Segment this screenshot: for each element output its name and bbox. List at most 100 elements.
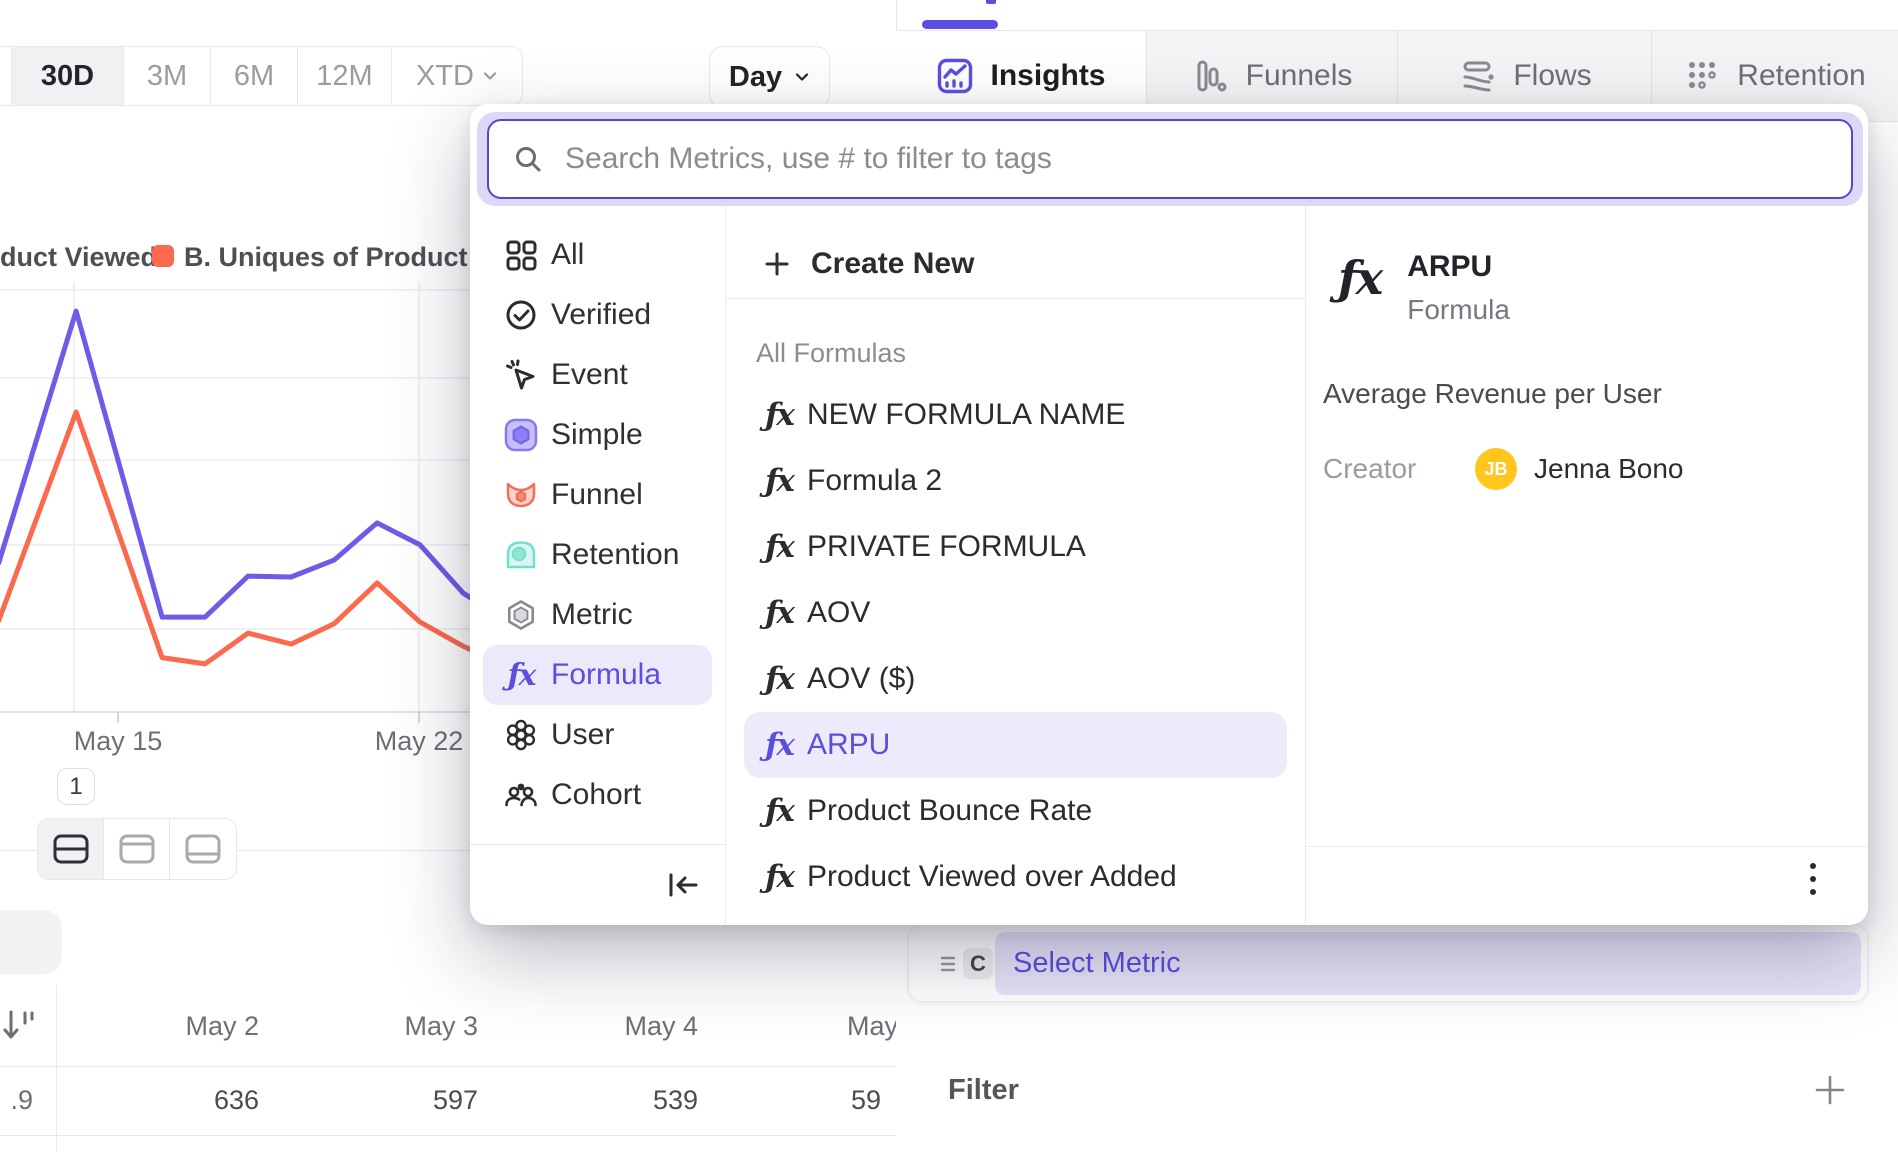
sidebar-item-funnel[interactable]: Funnel	[470, 465, 725, 525]
accent-underline-bar	[922, 20, 998, 29]
formula-name: Product Viewed over Added	[807, 860, 1177, 894]
x-tick-label-may15: May 15	[74, 726, 163, 757]
sidebar-item-cohort[interactable]: Cohort	[470, 765, 725, 825]
search-input[interactable]	[565, 142, 1827, 176]
formula-list-item-selected[interactable]: ƒxARPU	[744, 712, 1287, 778]
creator-avatar: JB	[1475, 448, 1517, 490]
legend-series-a-label[interactable]: duct Viewed	[0, 242, 157, 273]
tab-insights-label: Insights	[990, 59, 1105, 93]
sidebar-item-label: Formula	[551, 658, 661, 692]
formula-name: Formula 2	[807, 464, 942, 498]
fx-icon: ƒx	[763, 727, 795, 763]
select-metric-field[interactable]: Select Metric	[995, 932, 1861, 995]
sidebar-item-label: Simple	[551, 418, 643, 452]
formula-name: Product Bounce Rate	[807, 794, 1092, 828]
pagination-page-button[interactable]: 1	[57, 768, 95, 805]
sidebar-item-verified[interactable]: Verified	[470, 285, 725, 345]
table-header-may2[interactable]: May 2	[185, 1008, 259, 1044]
table-header-may5-cropped[interactable]: May	[847, 1008, 898, 1044]
collapse-panel-icon[interactable]	[665, 869, 701, 901]
sidebar-item-label: User	[551, 718, 614, 752]
granularity-button[interactable]: Day	[709, 46, 830, 108]
sidebar-item-label: Metric	[551, 598, 633, 632]
sidebar-item-user[interactable]: User	[470, 705, 725, 765]
formula-name: AOV ($)	[807, 662, 915, 696]
formula-list: ƒxNEW FORMULA NAME ƒxFormula 2 ƒxPRIVATE…	[726, 373, 1305, 910]
formula-list-item[interactable]: ƒx Product Bounce Rate	[726, 778, 1305, 844]
range-button-cropped[interactable]	[0, 47, 12, 105]
metric-picker-dropdown: All Verified Event Simple Funnel	[470, 104, 1868, 925]
formula-list-item[interactable]: ƒx Formula 2	[726, 448, 1305, 514]
fx-icon: ƒx	[763, 595, 795, 631]
sidebar-item-label: Event	[551, 358, 628, 392]
create-new-label: Create New	[811, 247, 974, 281]
insights-chart-icon	[936, 57, 974, 95]
category-sidebar: All Verified Event Simple Funnel	[470, 206, 726, 925]
fx-icon: ƒx	[763, 463, 795, 499]
chevron-down-icon	[794, 69, 810, 85]
table-header-may4[interactable]: May 4	[624, 1008, 698, 1044]
formula-name: AOV	[807, 596, 870, 630]
tab-flows-label: Flows	[1513, 59, 1591, 93]
range-button-12m[interactable]: 12M	[298, 47, 392, 105]
layout-split-view-button[interactable]	[38, 819, 104, 879]
chart-series-lines	[0, 311, 472, 664]
fx-icon-large: ƒx	[1338, 250, 1381, 326]
date-range-group: 30D 3M 6M 12M XTD	[0, 46, 523, 106]
layout-toggle-group	[37, 818, 237, 880]
tab-funnels-label: Funnels	[1246, 59, 1353, 93]
detail-description: Average Revenue per User	[1323, 378, 1868, 410]
fx-icon: ƒx	[763, 529, 795, 565]
formula-name: PRIVATE FORMULA	[807, 530, 1086, 564]
range-button-xtd[interactable]: XTD	[392, 47, 522, 105]
formula-list-panel: Create New All Formulas ƒxNEW FORMULA NA…	[726, 206, 1306, 925]
more-options-kebab-icon[interactable]	[1798, 859, 1828, 899]
range-xtd-label: XTD	[416, 60, 474, 93]
sidebar-item-metric[interactable]: Metric	[470, 585, 725, 645]
drag-handle-icon[interactable]	[939, 954, 959, 974]
sidebar-item-all[interactable]: All	[470, 225, 725, 285]
sidebar-item-label: Retention	[551, 538, 679, 572]
search-focus-halo	[477, 112, 1863, 206]
range-button-30d[interactable]: 30D	[12, 47, 124, 105]
formula-list-item[interactable]: ƒxProduct Viewed over Added	[726, 844, 1305, 910]
sidebar-item-simple[interactable]: Simple	[470, 405, 725, 465]
range-button-6m[interactable]: 6M	[211, 47, 298, 105]
app-screen: 30D 3M 6M 12M XTD Day duct Viewed B. Uni…	[0, 0, 1898, 1152]
metric-shortcut-badge: C	[963, 948, 993, 979]
select-metric-label: Select Metric	[1013, 947, 1181, 980]
list-divider	[726, 298, 1305, 299]
detail-footer-divider	[1306, 846, 1868, 847]
formula-list-item[interactable]: ƒx AOV	[726, 580, 1305, 646]
table-header-may3[interactable]: May 3	[404, 1008, 478, 1044]
sidebar-item-formula[interactable]: ƒx Formula	[483, 645, 712, 705]
retention-dots-icon	[1683, 57, 1721, 95]
range-button-3m[interactable]: 3M	[124, 47, 211, 105]
funnel-metric-icon	[503, 477, 539, 513]
chevron-down-icon	[482, 68, 498, 84]
sidebar-item-retention[interactable]: Retention	[470, 525, 725, 585]
simple-metric-icon	[503, 417, 539, 453]
formula-name: NEW FORMULA NAME	[807, 398, 1125, 432]
formula-list-item[interactable]: ƒxAOV ($)	[726, 646, 1305, 712]
verified-badge-icon	[503, 297, 539, 333]
flows-stream-icon	[1457, 57, 1497, 95]
layout-chart-view-button[interactable]	[104, 819, 170, 879]
formula-list-item[interactable]: ƒx PRIVATE FORMULA	[726, 514, 1305, 580]
table-row-divider	[0, 1066, 896, 1067]
table-row-label-cropped: .9	[10, 1082, 33, 1118]
detail-type: Formula	[1407, 294, 1510, 326]
formula-list-item[interactable]: ƒxNEW FORMULA NAME	[726, 382, 1305, 448]
sort-icon[interactable]	[2, 1008, 36, 1044]
creator-name: Jenna Bono	[1534, 453, 1683, 485]
create-new-button[interactable]: Create New	[726, 230, 1305, 298]
sidebar-item-label: All	[551, 238, 584, 272]
sidebar-item-event[interactable]: Event	[470, 345, 725, 405]
add-filter-plus-icon[interactable]	[1812, 1072, 1848, 1108]
creator-label: Creator	[1323, 453, 1475, 485]
detail-title: ARPU	[1407, 250, 1510, 284]
fx-icon: ƒx	[763, 793, 795, 829]
split-view-icon	[52, 833, 90, 865]
retention-metric-icon	[503, 537, 539, 573]
layout-table-view-button[interactable]	[170, 819, 236, 879]
